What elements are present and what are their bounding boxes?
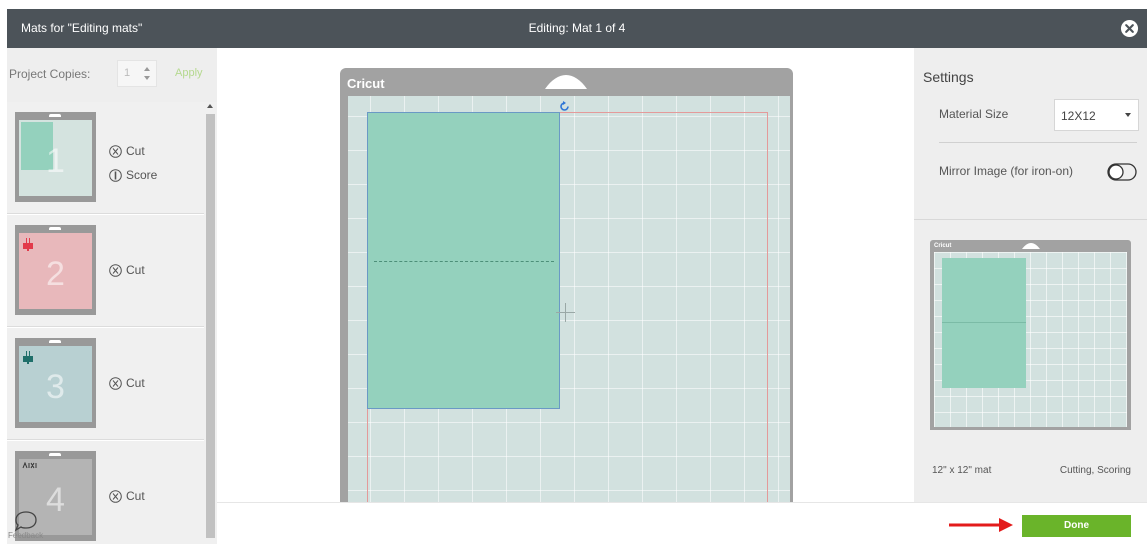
apply-button[interactable]: Apply (175, 67, 203, 79)
material-size-label: Material Size (939, 107, 1009, 121)
rotate-handle-icon[interactable] (558, 100, 571, 113)
mat-number: 1 (46, 142, 65, 180)
divider (939, 142, 1137, 143)
material-size-select[interactable]: 12X12 (1054, 99, 1139, 131)
mat-thumbnail: 2 (15, 225, 96, 315)
cutting-mat: Cricut (340, 68, 793, 522)
arrow-right-icon (949, 518, 1013, 532)
cake-icon (23, 351, 33, 364)
project-copies-value: 1 (124, 67, 131, 79)
mat-notch (545, 75, 587, 89)
text-design-icon (22, 462, 37, 469)
preview-design (942, 258, 1026, 388)
cut-icon (109, 489, 122, 503)
preview-ops-label: Cutting, Scoring (1059, 465, 1131, 476)
score-icon (109, 168, 122, 182)
footer-bar: Done (217, 502, 1147, 544)
chevron-down-icon (1125, 113, 1131, 117)
feedback-label[interactable]: Feedback (8, 531, 43, 540)
cut-icon (109, 376, 122, 390)
material-size-value: 12X12 (1061, 109, 1096, 123)
project-copies-input[interactable]: 1 (117, 60, 157, 87)
mat-number: 3 (46, 368, 65, 406)
mirror-image-toggle[interactable] (1107, 163, 1137, 181)
preview-mat: Cricut (930, 240, 1131, 430)
mirror-image-label: Mirror Image (for iron-on) (939, 164, 1074, 178)
mat-item-1[interactable]: 1 Cut Score (7, 102, 204, 214)
cut-icon (109, 263, 122, 277)
mat-canvas-area: Cricut (217, 48, 914, 522)
mat-list: 1 Cut Score 2 Cut 3 Cut 4 Cut (7, 102, 217, 544)
mat-item-2[interactable]: 2 Cut (7, 215, 204, 327)
cake-icon (23, 238, 33, 251)
mat-item-3[interactable]: 3 Cut (7, 328, 204, 440)
mat-number: 2 (46, 255, 65, 293)
title-bar: Mats for "Editing mats" Editing: Mat 1 o… (7, 9, 1147, 48)
scrollbar-thumb[interactable] (206, 114, 215, 538)
editing-status: Editing: Mat 1 of 4 (528, 21, 626, 35)
op-cut: Cut (109, 144, 145, 158)
mat-list-scrollbar[interactable] (204, 102, 217, 544)
mat-preview: Cricut (914, 219, 1147, 502)
spinner-arrows-icon[interactable] (142, 65, 152, 82)
design-object[interactable] (367, 112, 560, 409)
settings-panel: Settings Material Size 12X12 Mirror Imag… (914, 48, 1147, 502)
cricut-logo: Cricut (347, 76, 385, 91)
preview-cricut-logo: Cricut (934, 243, 952, 249)
done-button[interactable]: Done (1022, 515, 1131, 537)
scroll-up-icon[interactable] (207, 104, 213, 108)
op-cut: Cut (109, 263, 145, 277)
preview-grid (934, 252, 1127, 427)
preview-size-label: 12" x 12" mat (932, 465, 992, 476)
cut-icon (109, 144, 122, 158)
score-line (374, 261, 554, 262)
op-score: Score (109, 168, 157, 182)
op-cut: Cut (109, 489, 145, 503)
project-copies-label: Project Copies: (9, 67, 91, 81)
op-cut: Cut (109, 376, 145, 390)
mat-thumbnail: 3 (15, 338, 96, 428)
crosshair-icon (556, 303, 575, 322)
project-copies-bar: Project Copies: 1 Apply (7, 48, 217, 102)
close-icon[interactable] (1120, 19, 1139, 38)
mats-editor-window: Mats for "Editing mats" Editing: Mat 1 o… (0, 0, 1147, 544)
mat-thumbnail: 1 (15, 112, 96, 202)
settings-title: Settings (923, 69, 974, 85)
